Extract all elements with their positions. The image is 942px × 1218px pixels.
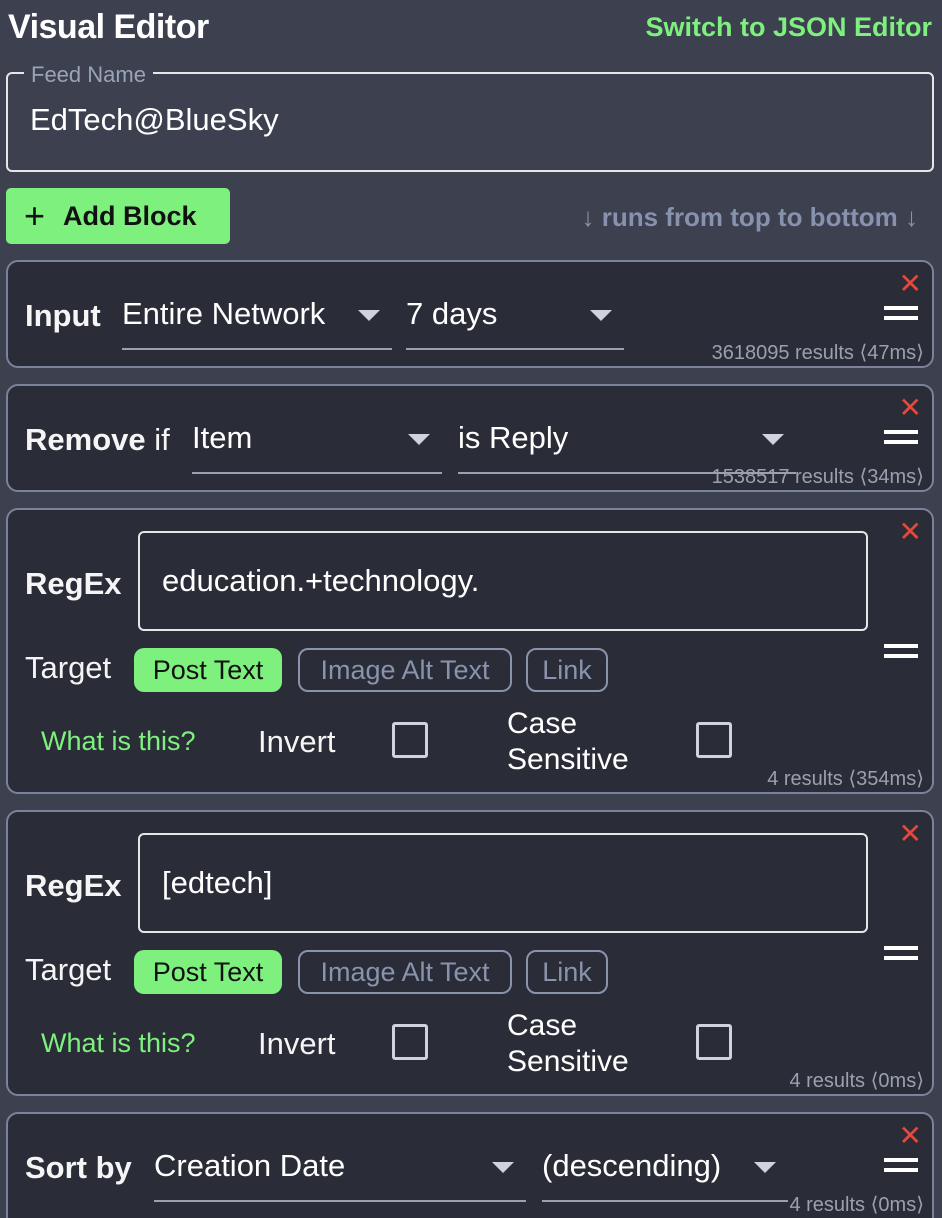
what-is-this-link[interactable]: What is this? bbox=[41, 726, 196, 757]
remove-conjunction: if bbox=[154, 422, 170, 457]
drag-handle-icon[interactable] bbox=[884, 644, 918, 658]
remove-block: ✕ Remove if Item is Reply 1538517 result… bbox=[6, 384, 934, 492]
case-label-line2: Sensitive bbox=[507, 743, 629, 776]
sort-order-select[interactable]: (descending) bbox=[542, 1148, 788, 1202]
drag-handle-icon[interactable] bbox=[884, 1158, 918, 1172]
feed-name-label: Feed Name bbox=[24, 62, 153, 88]
sort-field-select[interactable]: Creation Date bbox=[154, 1148, 526, 1202]
case-sensitive-checkbox[interactable] bbox=[696, 1024, 732, 1060]
chevron-down-icon bbox=[754, 1162, 776, 1173]
chevron-down-icon bbox=[590, 310, 612, 321]
chevron-down-icon bbox=[492, 1162, 514, 1173]
page-title: Visual Editor bbox=[8, 8, 209, 46]
chip-post-text[interactable]: Post Text bbox=[134, 950, 282, 994]
remove-block-label: Remove if bbox=[25, 422, 170, 458]
target-label: Target bbox=[25, 650, 112, 685]
input-block-label: Input bbox=[25, 298, 101, 333]
drag-handle-icon[interactable] bbox=[884, 946, 918, 960]
regex-pattern-input[interactable]: [edtech] bbox=[138, 833, 868, 933]
chip-link[interactable]: Link bbox=[526, 648, 608, 692]
feed-name-value[interactable]: EdTech@BlueSky bbox=[30, 102, 279, 138]
case-sensitive-label: Case Sensitive bbox=[507, 1008, 629, 1080]
close-icon[interactable]: ✕ bbox=[899, 820, 922, 848]
regex-block-label: RegEx bbox=[25, 868, 122, 903]
subject-select[interactable]: Item bbox=[192, 420, 442, 474]
drag-handle-icon[interactable] bbox=[884, 430, 918, 444]
add-block-label: Add Block bbox=[63, 200, 197, 231]
result-count: 3618095 results ⟨47ms⟩ bbox=[711, 342, 924, 364]
time-range-select[interactable]: 7 days bbox=[406, 296, 624, 350]
target-label: Target bbox=[25, 952, 112, 987]
add-block-button[interactable]: + Add Block bbox=[6, 188, 230, 244]
case-label-line1: Case bbox=[507, 707, 578, 740]
remove-label: Remove bbox=[25, 422, 146, 457]
case-label-line2: Sensitive bbox=[507, 1045, 629, 1078]
chip-link[interactable]: Link bbox=[526, 950, 608, 994]
invert-label: Invert bbox=[258, 724, 336, 759]
close-icon[interactable]: ✕ bbox=[899, 1122, 922, 1150]
result-count: 4 results ⟨0ms⟩ bbox=[789, 1194, 924, 1216]
close-icon[interactable]: ✕ bbox=[899, 270, 922, 298]
invert-checkbox[interactable] bbox=[392, 722, 428, 758]
regex-pattern-value: education.+technology. bbox=[162, 563, 480, 598]
sort-field-value: Creation Date bbox=[154, 1148, 346, 1183]
close-icon[interactable]: ✕ bbox=[899, 518, 922, 546]
regex-pattern-value: [edtech] bbox=[162, 865, 273, 900]
chip-image-alt-text[interactable]: Image Alt Text bbox=[298, 950, 512, 994]
regex-block-label: RegEx bbox=[25, 566, 122, 601]
regex-block: ✕ RegEx [edtech] Target Post Text Image … bbox=[6, 810, 934, 1096]
result-count: 4 results ⟨354ms⟩ bbox=[767, 768, 924, 790]
switch-to-json-editor-link[interactable]: Switch to JSON Editor bbox=[645, 12, 932, 43]
execution-order-hint: ↓ runs from top to bottom ↓ bbox=[581, 202, 918, 232]
chevron-down-icon bbox=[358, 310, 380, 321]
condition-select-value: is Reply bbox=[458, 420, 569, 455]
network-select-value: Entire Network bbox=[122, 296, 326, 331]
subject-select-value: Item bbox=[192, 420, 253, 455]
chip-image-alt-text[interactable]: Image Alt Text bbox=[298, 648, 512, 692]
case-label-line1: Case bbox=[507, 1009, 578, 1042]
invert-checkbox[interactable] bbox=[392, 1024, 428, 1060]
invert-label: Invert bbox=[258, 1026, 336, 1061]
result-count: 1538517 results ⟨34ms⟩ bbox=[711, 466, 924, 488]
chip-post-text[interactable]: Post Text bbox=[134, 648, 282, 692]
input-block: ✕ Input Entire Network 7 days 3618095 re… bbox=[6, 260, 934, 368]
what-is-this-link[interactable]: What is this? bbox=[41, 1028, 196, 1059]
time-range-value: 7 days bbox=[406, 296, 498, 331]
sort-block: ✕ Sort by Creation Date (descending) 4 r… bbox=[6, 1112, 934, 1218]
drag-handle-icon[interactable] bbox=[884, 306, 918, 320]
result-count: 4 results ⟨0ms⟩ bbox=[789, 1070, 924, 1092]
close-icon[interactable]: ✕ bbox=[899, 394, 922, 422]
regex-block: ✕ RegEx education.+technology. Target Po… bbox=[6, 508, 934, 794]
chevron-down-icon bbox=[762, 434, 784, 445]
chevron-down-icon bbox=[408, 434, 430, 445]
plus-icon: + bbox=[24, 195, 46, 236]
case-sensitive-label: Case Sensitive bbox=[507, 706, 629, 778]
sort-block-label: Sort by bbox=[25, 1150, 132, 1185]
sort-order-value: (descending) bbox=[542, 1148, 722, 1183]
case-sensitive-checkbox[interactable] bbox=[696, 722, 732, 758]
regex-pattern-input[interactable]: education.+technology. bbox=[138, 531, 868, 631]
network-select[interactable]: Entire Network bbox=[122, 296, 392, 350]
